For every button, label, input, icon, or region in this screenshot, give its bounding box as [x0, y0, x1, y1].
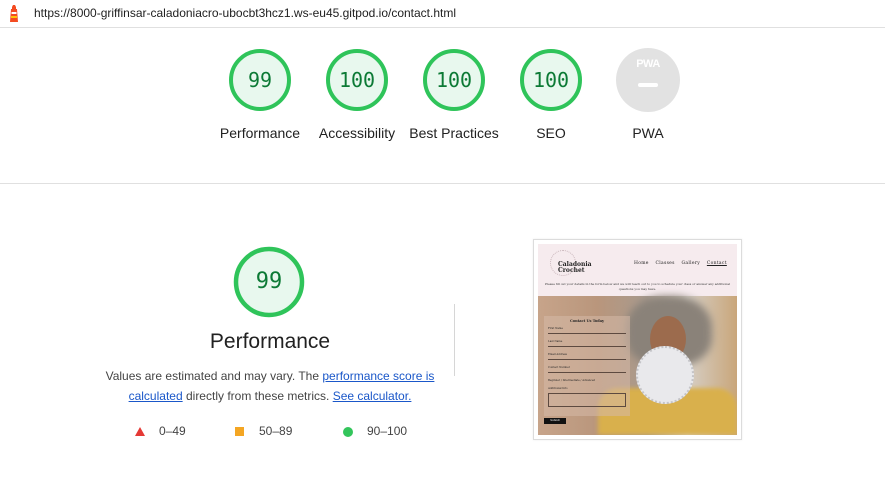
section-divider [0, 183, 885, 184]
gauge-score: 99 [255, 269, 283, 294]
form-input [548, 372, 626, 373]
report-header: https://8000-griffinsar-caladoniacro-ubo… [0, 0, 885, 28]
submit-button: Submit [544, 418, 566, 424]
vertical-divider [454, 304, 455, 376]
gauge-score: 100 [532, 68, 570, 92]
form-label: Contact Number [548, 366, 570, 369]
lighthouse-icon [10, 5, 18, 22]
legend-range: 90–100 [367, 424, 408, 438]
form-input [548, 346, 626, 347]
logo-line: Crochet [558, 267, 585, 274]
nav-item: Classes [655, 261, 675, 266]
pwa-badge[interactable]: PWA [616, 48, 680, 112]
score-gauge-best-practices[interactable]: 100 [422, 48, 486, 112]
form-title: Contact Us Today [569, 319, 605, 323]
performance-title: Performance [209, 330, 331, 353]
nav-item: Home [634, 261, 649, 266]
score-gauge-accessibility[interactable]: 100 [325, 48, 389, 112]
triangle-icon [135, 427, 145, 436]
gauge-score: 99 [247, 68, 273, 92]
hero-photo: Contact Us Today First Name Last Name Em… [538, 296, 737, 435]
form-label: Last Name [548, 340, 563, 343]
form-label: Beginner / Intermediate / Advanced [548, 379, 596, 382]
gauge-score: 100 [435, 68, 473, 92]
description-text: directly from these metrics. [182, 388, 333, 403]
legend-range: 0–49 [159, 424, 186, 438]
site-logo: Caladonia Crochet [558, 262, 598, 274]
performance-score-gauge: 99 [233, 246, 305, 318]
gauge-label-accessibility: Accessibility [318, 125, 396, 141]
form-label: Additional Info [548, 387, 568, 390]
see-calculator-link[interactable]: See calculator. [333, 389, 412, 403]
legend-range: 50–89 [259, 424, 293, 438]
form-input [548, 359, 626, 360]
form-textarea [548, 393, 626, 407]
nav-item: Gallery [681, 261, 701, 266]
square-icon [235, 427, 244, 436]
gauge-label-pwa: PWA [632, 125, 664, 141]
gauge-label-best-practices: Best Practices [409, 125, 499, 141]
pwa-badge-text: PWA [636, 58, 660, 70]
contact-form: Contact Us Today First Name Last Name Em… [544, 316, 630, 416]
circle-icon [343, 427, 353, 437]
form-input [548, 333, 626, 334]
gauge-label-seo: SEO [536, 125, 566, 141]
intro-text: Please fill out your details in the form… [545, 282, 730, 291]
performance-description: Values are estimated and may vary. The p… [100, 367, 440, 406]
score-gauge-seo[interactable]: 100 [519, 48, 583, 112]
photo-doily [636, 346, 694, 404]
screenshot-image: Caladonia Crochet Home Classes Gallery C… [538, 244, 737, 435]
nav-item: Contact [706, 261, 727, 266]
form-label: Email Address [548, 353, 568, 356]
page-url[interactable]: https://8000-griffinsar-caladoniacro-ubo… [34, 6, 456, 20]
description-text: Values are estimated and may vary. The [105, 369, 323, 383]
gauge-score: 100 [338, 68, 376, 92]
score-gauge-performance[interactable]: 99 [228, 48, 292, 112]
form-label: First Name [548, 327, 563, 330]
site-nav: Home Classes Gallery Contact [634, 261, 732, 266]
gauge-label-performance: Performance [219, 125, 301, 141]
final-screenshot[interactable]: Caladonia Crochet Home Classes Gallery C… [533, 239, 742, 440]
